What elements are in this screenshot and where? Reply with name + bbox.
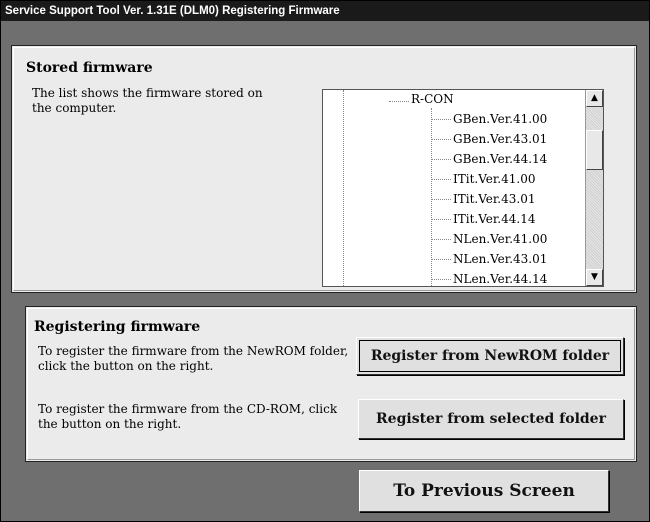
tree-item-firmware[interactable]: NLen.Ver.41.00 bbox=[431, 232, 547, 246]
tree-item-label: NLen.Ver.44.14 bbox=[453, 272, 548, 286]
tree-item-label: NLen.Ver.43.01 bbox=[453, 252, 548, 266]
tree-item-label: GBen.Ver.44.14 bbox=[453, 152, 548, 166]
scroll-down-icon[interactable]: ▼ bbox=[586, 269, 603, 286]
tree-item-firmware[interactable]: GBen.Ver.41.00 bbox=[431, 112, 547, 126]
tree-item-label: NLen.Ver.41.00 bbox=[453, 232, 548, 246]
tree-item-label: ITit.Ver.43.01 bbox=[453, 192, 536, 206]
stored-firmware-heading: Stored firmware bbox=[26, 60, 153, 76]
tree-item-firmware[interactable]: GBen.Ver.44.14 bbox=[431, 152, 547, 166]
tree-scrollbar[interactable]: ▲ ▼ bbox=[585, 90, 603, 286]
scroll-up-icon[interactable]: ▲ bbox=[586, 90, 603, 107]
firmware-tree[interactable]: R-CON GBen.Ver.41.00 GBen.Ver.43.01 GBen.V… bbox=[322, 89, 604, 287]
register-selected-folder-button[interactable]: Register from selected folder bbox=[358, 399, 624, 439]
tree-item-label: ITit.Ver.44.14 bbox=[453, 212, 536, 226]
stored-firmware-description: The list shows the firmware stored on th… bbox=[32, 86, 263, 115]
cdrom-description: To register the firmware from the CD-ROM… bbox=[38, 402, 338, 431]
firmware-window: Service Support Tool Ver. 1.31E (DLM0) R… bbox=[0, 0, 650, 522]
tree-item-firmware[interactable]: NLen.Ver.43.01 bbox=[431, 252, 547, 266]
to-previous-screen-button[interactable]: To Previous Screen bbox=[359, 470, 609, 512]
newrom-description: To register the firmware from the NewROM… bbox=[38, 344, 349, 373]
tree-item-firmware[interactable]: GBen.Ver.43.01 bbox=[431, 132, 547, 146]
tree-item-firmware[interactable]: ITit.Ver.43.01 bbox=[431, 192, 535, 206]
tree-item-label: ITit.Ver.41.00 bbox=[453, 172, 536, 186]
registering-firmware-heading: Registering firmware bbox=[34, 319, 201, 335]
tree-item-firmware[interactable]: ITit.Ver.41.00 bbox=[431, 172, 535, 186]
tree-item-firmware[interactable]: ITit.Ver.44.14 bbox=[431, 212, 535, 226]
stored-firmware-panel: Stored firmware The list shows the firmw… bbox=[11, 45, 637, 293]
tree-item-firmware[interactable]: NLen.Ver.44.14 bbox=[431, 272, 547, 286]
tree-item-label: GBen.Ver.41.00 bbox=[453, 112, 548, 126]
window-title: Service Support Tool Ver. 1.31E (DLM0) R… bbox=[1, 1, 649, 21]
tree-item-label: GBen.Ver.43.01 bbox=[453, 132, 548, 146]
tree-node-rcon[interactable]: R-CON bbox=[411, 92, 454, 106]
registering-firmware-panel: Registering firmware To register the fir… bbox=[25, 306, 637, 462]
scroll-thumb[interactable] bbox=[586, 130, 603, 170]
register-newrom-button[interactable]: Register from NewROM folder bbox=[356, 337, 624, 375]
